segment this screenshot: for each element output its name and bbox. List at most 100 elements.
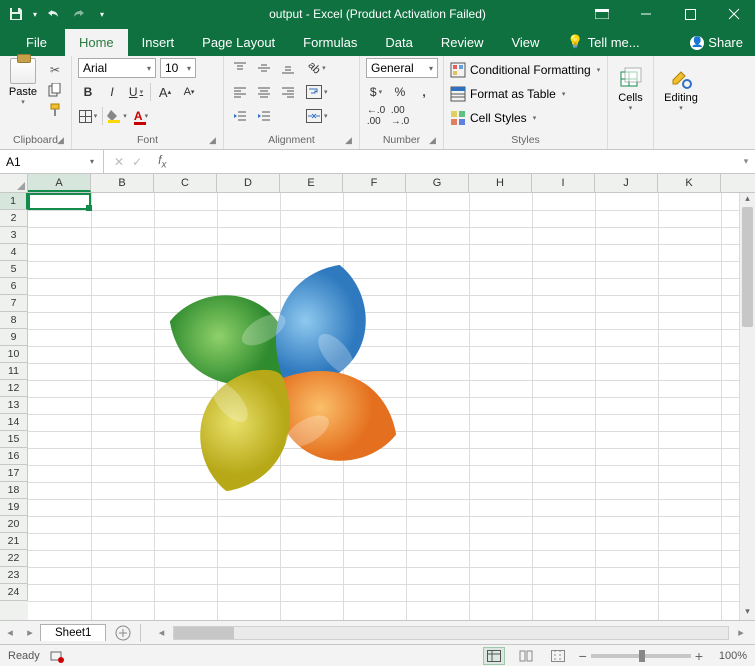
row-header-24[interactable]: 24 bbox=[0, 584, 28, 601]
tab-review[interactable]: Review bbox=[427, 29, 498, 56]
row-header-1[interactable]: 1 bbox=[0, 193, 28, 210]
undo-icon[interactable] bbox=[44, 4, 64, 24]
zoom-slider[interactable] bbox=[591, 654, 691, 658]
paste-button[interactable]: Paste ▾ bbox=[6, 58, 40, 106]
zoom-in-button[interactable]: + bbox=[695, 648, 703, 664]
hscroll-right-icon[interactable]: ▸ bbox=[731, 626, 751, 639]
share-button[interactable]: 👤Share bbox=[676, 29, 755, 56]
row-header-21[interactable]: 21 bbox=[0, 533, 28, 550]
row-header-14[interactable]: 14 bbox=[0, 414, 28, 431]
tab-page-layout[interactable]: Page Layout bbox=[188, 29, 289, 56]
format-painter-icon[interactable] bbox=[46, 102, 64, 118]
row-header-12[interactable]: 12 bbox=[0, 380, 28, 397]
clipboard-launcher-icon[interactable]: ◢ bbox=[57, 135, 69, 147]
tab-insert[interactable]: Insert bbox=[128, 29, 189, 56]
scroll-down-icon[interactable]: ▾ bbox=[740, 606, 755, 620]
scroll-up-icon[interactable]: ▴ bbox=[740, 193, 755, 207]
name-box-input[interactable] bbox=[0, 155, 84, 169]
select-all-corner[interactable] bbox=[0, 174, 28, 192]
row-header-19[interactable]: 19 bbox=[0, 499, 28, 516]
qat-dropdown-1[interactable]: ▾ bbox=[30, 4, 40, 24]
new-sheet-button[interactable] bbox=[112, 622, 134, 644]
merge-center-button[interactable]: ▾ bbox=[306, 106, 328, 126]
page-layout-view-button[interactable] bbox=[515, 647, 537, 665]
currency-button[interactable]: $▾ bbox=[366, 82, 386, 102]
number-format-select[interactable]: General▾ bbox=[366, 58, 438, 78]
tell-me[interactable]: 💡Tell me... bbox=[553, 28, 653, 56]
active-cell[interactable] bbox=[28, 193, 91, 210]
cells-button[interactable]: Cells ▾ bbox=[617, 58, 645, 112]
copy-icon[interactable] bbox=[46, 82, 64, 98]
row-header-11[interactable]: 11 bbox=[0, 363, 28, 380]
col-header-C[interactable]: C bbox=[154, 174, 217, 192]
font-name-select[interactable]: Arial▾ bbox=[78, 58, 156, 78]
ribbon-display-icon[interactable] bbox=[581, 0, 623, 28]
col-header-I[interactable]: I bbox=[532, 174, 595, 192]
vertical-scrollbar[interactable]: ▴ ▾ bbox=[739, 193, 755, 620]
row-header-22[interactable]: 22 bbox=[0, 550, 28, 567]
tab-home[interactable]: Home bbox=[65, 29, 128, 56]
enter-icon[interactable]: ✓ bbox=[132, 155, 142, 169]
tab-formulas[interactable]: Formulas bbox=[289, 29, 371, 56]
col-header-A[interactable]: A bbox=[28, 174, 91, 192]
row-header-16[interactable]: 16 bbox=[0, 448, 28, 465]
row-header-5[interactable]: 5 bbox=[0, 261, 28, 278]
shrink-font-button[interactable]: A▾ bbox=[179, 82, 199, 102]
save-icon[interactable] bbox=[6, 4, 26, 24]
grow-font-button[interactable]: A▴ bbox=[155, 82, 175, 102]
row-header-6[interactable]: 6 bbox=[0, 278, 28, 295]
number-launcher-icon[interactable]: ◢ bbox=[429, 135, 441, 147]
row-header-17[interactable]: 17 bbox=[0, 465, 28, 482]
col-header-B[interactable]: B bbox=[91, 174, 154, 192]
fill-color-button[interactable]: ▾ bbox=[107, 106, 127, 126]
sheet-nav-prev-icon[interactable]: ◂ bbox=[0, 626, 20, 639]
macro-record-icon[interactable] bbox=[50, 649, 64, 663]
qat-customize-icon[interactable]: ▾ bbox=[92, 4, 112, 24]
row-header-2[interactable]: 2 bbox=[0, 210, 28, 227]
alignment-launcher-icon[interactable]: ◢ bbox=[345, 135, 357, 147]
zoom-value[interactable]: 100% bbox=[707, 650, 747, 662]
sheet-tab-active[interactable]: Sheet1 bbox=[40, 624, 106, 641]
expand-formula-icon[interactable]: ▾ bbox=[737, 156, 755, 167]
redo-icon[interactable] bbox=[68, 4, 88, 24]
row-header-20[interactable]: 20 bbox=[0, 516, 28, 533]
fx-icon[interactable]: fx bbox=[152, 153, 172, 170]
row-header-15[interactable]: 15 bbox=[0, 431, 28, 448]
hscroll-left-icon[interactable]: ◂ bbox=[151, 626, 171, 639]
align-bottom-button[interactable] bbox=[278, 58, 298, 78]
maximize-button[interactable] bbox=[669, 0, 711, 28]
col-header-D[interactable]: D bbox=[217, 174, 280, 192]
align-top-button[interactable] bbox=[230, 58, 250, 78]
col-header-K[interactable]: K bbox=[658, 174, 721, 192]
col-header-E[interactable]: E bbox=[280, 174, 343, 192]
name-box[interactable]: ▾ bbox=[0, 150, 104, 173]
underline-button[interactable]: U▾ bbox=[126, 82, 146, 102]
percent-button[interactable]: % bbox=[390, 82, 410, 102]
cells-area[interactable] bbox=[28, 193, 755, 620]
sheet-nav-next-icon[interactable]: ▸ bbox=[20, 626, 40, 639]
align-center-button[interactable] bbox=[254, 82, 274, 102]
increase-decimal-button[interactable]: ←.0.00 bbox=[366, 106, 386, 126]
orientation-button[interactable]: ab▾ bbox=[306, 58, 328, 78]
normal-view-button[interactable] bbox=[483, 647, 505, 665]
col-header-H[interactable]: H bbox=[469, 174, 532, 192]
align-left-button[interactable] bbox=[230, 82, 250, 102]
row-header-13[interactable]: 13 bbox=[0, 397, 28, 414]
font-launcher-icon[interactable]: ◢ bbox=[209, 135, 221, 147]
minimize-button[interactable] bbox=[625, 0, 667, 28]
zoom-out-button[interactable]: − bbox=[579, 648, 587, 664]
tab-data[interactable]: Data bbox=[371, 29, 426, 56]
cut-icon[interactable]: ✂ bbox=[46, 62, 64, 78]
col-header-F[interactable]: F bbox=[343, 174, 406, 192]
tab-file[interactable]: File bbox=[8, 29, 65, 56]
page-break-view-button[interactable] bbox=[547, 647, 569, 665]
align-middle-button[interactable] bbox=[254, 58, 274, 78]
cancel-icon[interactable]: ✕ bbox=[114, 155, 124, 169]
row-header-3[interactable]: 3 bbox=[0, 227, 28, 244]
vscroll-thumb[interactable] bbox=[742, 207, 753, 327]
col-header-G[interactable]: G bbox=[406, 174, 469, 192]
font-color-button[interactable]: A▾ bbox=[131, 106, 151, 126]
formula-input[interactable] bbox=[172, 150, 737, 173]
conditional-formatting-button[interactable]: Conditional Formatting▾ bbox=[450, 60, 600, 80]
embedded-image[interactable] bbox=[138, 233, 428, 523]
